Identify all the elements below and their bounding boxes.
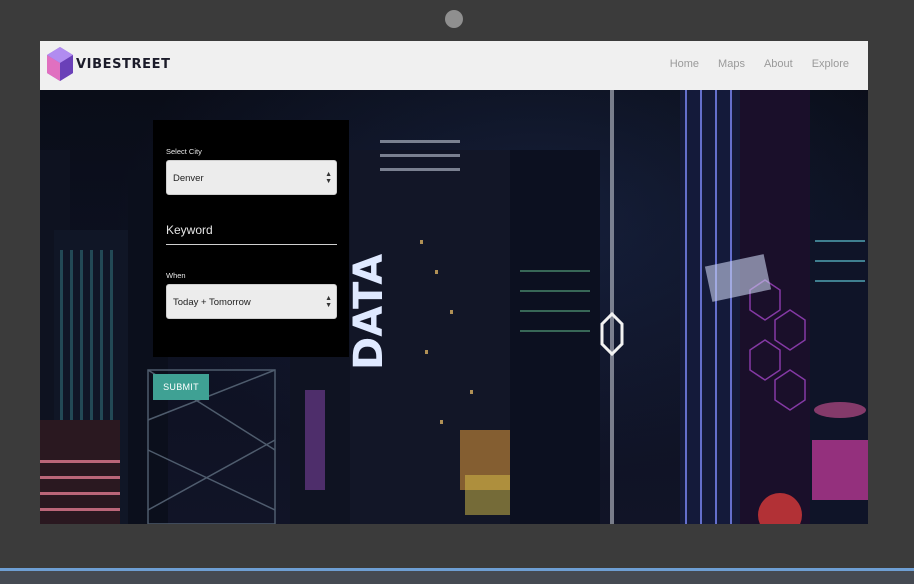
select-arrows-icon: ▲ ▼ <box>325 171 332 185</box>
brand-name[interactable]: VIBESTREET <box>76 57 171 72</box>
keyword-placeholder: Keyword <box>166 223 213 237</box>
city-select[interactable]: Denver ▲ ▼ <box>166 160 337 195</box>
device-base <box>0 568 914 584</box>
hexagon-logo-icon[interactable] <box>46 46 74 82</box>
nav-explore-link[interactable]: Explore <box>812 58 849 70</box>
city-label: Select City <box>166 147 202 156</box>
search-form-panel: Select City Denver ▲ ▼ Keyword When Today… <box>153 120 349 357</box>
top-navbar: VIBESTREET Home Maps About Explore <box>40 41 868 90</box>
nav-links: Home Maps About Explore <box>651 58 849 70</box>
when-select[interactable]: Today + Tomorrow ▲ ▼ <box>166 284 337 319</box>
when-label: When <box>166 271 186 280</box>
nav-about-link[interactable]: About <box>764 58 793 70</box>
submit-button[interactable]: SUBMIT <box>153 374 209 400</box>
city-select-value: Denver <box>173 173 204 184</box>
nav-home-link[interactable]: Home <box>670 58 699 70</box>
nav-maps-link[interactable]: Maps <box>718 58 745 70</box>
keyword-input[interactable]: Keyword <box>166 221 337 245</box>
data-neon-sign: DATA <box>346 254 392 370</box>
when-select-value: Today + Tomorrow <box>173 297 251 308</box>
camera-dot <box>445 10 463 28</box>
browser-screen: DATA VIBESTREET Home Maps About Explore … <box>40 41 868 524</box>
select-arrows-icon: ▲ ▼ <box>325 295 332 309</box>
